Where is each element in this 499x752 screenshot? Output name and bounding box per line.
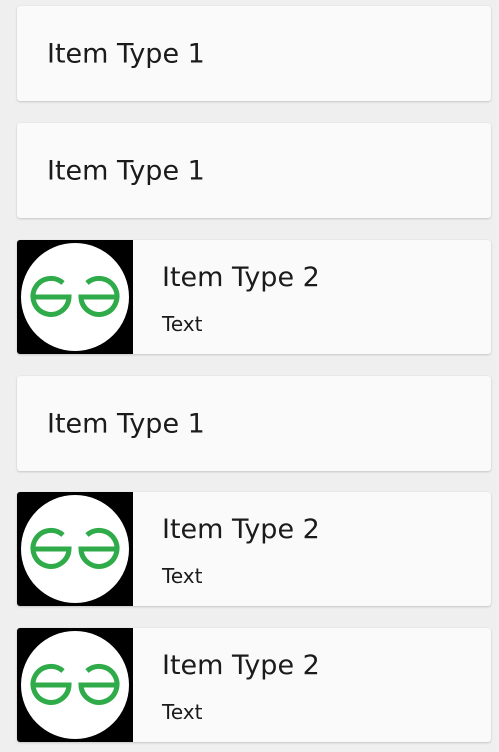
item-subtitle: Text <box>162 312 203 336</box>
list-item[interactable]: Item Type 1 <box>17 376 491 471</box>
item-thumbnail <box>17 240 133 354</box>
gfg-logo-icon <box>30 275 120 317</box>
gfg-logo-icon <box>30 527 120 569</box>
item-subtitle: Text <box>162 700 203 724</box>
list-item[interactable]: Item Type 1 <box>17 123 491 218</box>
gfg-logo-icon <box>21 631 129 739</box>
gfg-logo-icon <box>21 243 129 351</box>
list-item[interactable]: Item Type 2 Text <box>17 492 491 606</box>
item-title: Item Type 1 <box>47 155 205 186</box>
list-item[interactable]: Item Type 2 Text <box>17 240 491 354</box>
gfg-logo-icon <box>30 663 120 705</box>
item-title: Item Type 2 <box>162 650 320 681</box>
list-item[interactable]: Item Type 2 Text <box>17 628 491 742</box>
list-item[interactable]: Item Type 1 <box>17 6 491 101</box>
gfg-logo-icon <box>21 495 129 603</box>
item-title: Item Type 2 <box>162 262 320 293</box>
item-subtitle: Text <box>162 564 203 588</box>
item-title: Item Type 1 <box>47 408 205 439</box>
item-title: Item Type 1 <box>47 38 205 69</box>
item-thumbnail <box>17 492 133 606</box>
item-thumbnail <box>17 628 133 742</box>
recycler-list[interactable]: Item Type 1 Item Type 1 Item Type 2 Text… <box>0 0 499 752</box>
item-title: Item Type 2 <box>162 514 320 545</box>
